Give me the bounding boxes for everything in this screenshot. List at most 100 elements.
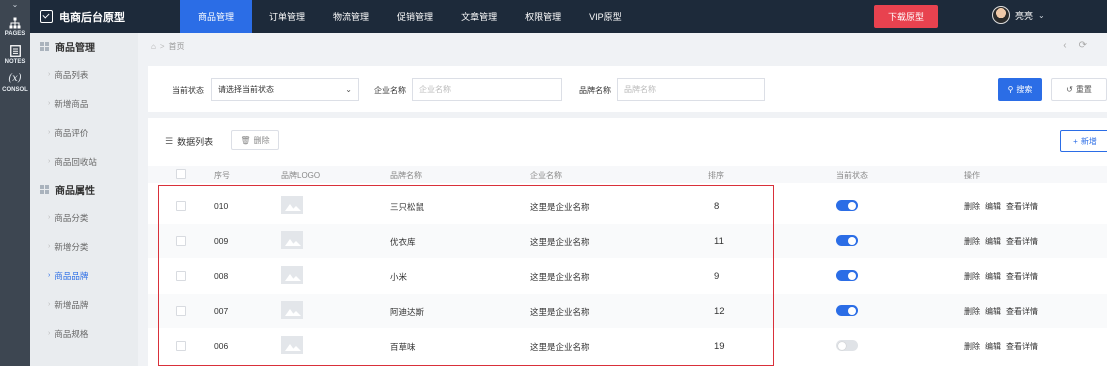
row-actions: 删除 编辑 查看详情: [964, 341, 1043, 352]
notes-icon: [8, 44, 22, 58]
nav-vip-prototype[interactable]: VIP原型: [575, 0, 636, 33]
row-delete-link[interactable]: 删除: [964, 237, 980, 246]
row-edit-link[interactable]: 编辑: [985, 272, 1001, 281]
table-title: ☰ 数据列表: [165, 136, 214, 147]
status-toggle[interactable]: [836, 235, 858, 246]
nav-product-management[interactable]: 商品管理: [180, 0, 253, 33]
row-sort: 9: [714, 271, 720, 282]
status-toggle[interactable]: [836, 305, 858, 316]
row-company-name: 这里是企业名称: [530, 272, 590, 282]
sidebar: 商品管理 › 商品列表 › 新增商品 › 商品评价 › 商品回收站 商品属性 › 商品分类…: [30, 33, 138, 366]
reset-icon: ↺: [1066, 85, 1073, 94]
sidebar-item-product-brand[interactable]: › 商品品牌: [30, 261, 138, 290]
sidebar-item-product-list[interactable]: › 商品列表: [30, 60, 138, 89]
sidebar-item-add-category[interactable]: › 新增分类: [30, 232, 138, 261]
axure-side-rail: ⌄ PAGES NOTES (x) CONSOL: [0, 0, 30, 366]
console-tab[interactable]: (x) CONSOL: [0, 72, 30, 93]
status-toggle[interactable]: [836, 270, 858, 281]
sidebar-item-product-recycle-bin[interactable]: › 商品回收站: [30, 147, 138, 176]
row-sort: 19: [714, 341, 725, 352]
variable-icon: (x): [8, 73, 22, 84]
row-checkbox[interactable]: [176, 236, 186, 246]
company-input[interactable]: 企业名称: [412, 78, 562, 101]
collapse-chevron-icon[interactable]: ⌄: [0, 0, 30, 9]
chevron-left-icon[interactable]: ‹: [1063, 40, 1078, 51]
notes-tab[interactable]: NOTES: [0, 44, 30, 65]
add-button[interactable]: + 新增: [1060, 130, 1107, 152]
download-prototype-button[interactable]: 下载原型: [874, 5, 938, 28]
brand-logo-image-icon: [281, 301, 303, 319]
row-view-details-link[interactable]: 查看详情: [1006, 307, 1038, 316]
bulk-delete-button[interactable]: 🗑 删除: [231, 130, 279, 150]
search-icon: ⚲: [1007, 85, 1014, 94]
row-checkbox[interactable]: [176, 271, 186, 281]
top-navbar: 电商后台原型 商品管理 订单管理 物流管理 促销管理 文章管理 权限管理 VIP…: [30, 0, 1107, 33]
sidebar-item-add-product[interactable]: › 新增商品: [30, 89, 138, 118]
row-view-details-link[interactable]: 查看详情: [1006, 237, 1038, 246]
refresh-icon[interactable]: ⟳: [1079, 40, 1099, 51]
app-brand[interactable]: 电商后台原型: [30, 9, 168, 25]
col-header-sort: 排序: [708, 171, 724, 180]
chevron-down-icon: ⌄: [1038, 10, 1045, 20]
row-id: 009: [214, 236, 229, 246]
breadcrumb: ⌂ > 首页 ‹⟳: [138, 33, 1107, 60]
sidebar-group-product-attributes[interactable]: 商品属性: [30, 176, 138, 203]
username: 亮亮: [1015, 10, 1034, 21]
grid-icon: [40, 185, 49, 194]
nav-permission-management[interactable]: 权限管理: [511, 0, 575, 33]
status-toggle[interactable]: [836, 340, 858, 351]
table-row: 008 小米 这里是企业名称 9 删除 编辑 查看详情: [148, 259, 1107, 293]
main-nav: 商品管理 订单管理 物流管理 促销管理 文章管理 权限管理 VIP原型: [168, 0, 636, 33]
breadcrumb-home[interactable]: 首页: [169, 41, 185, 52]
data-table-card: ☰ 数据列表 🗑 删除 + 新增 序号 品牌LOGO 品牌名称 企业名称 排序 当前…: [148, 118, 1107, 366]
nav-promotion-management[interactable]: 促销管理: [383, 0, 447, 33]
pages-tab[interactable]: PAGES: [0, 16, 30, 37]
app-title: 电商后台原型: [59, 11, 125, 24]
row-view-details-link[interactable]: 查看详情: [1006, 202, 1038, 211]
row-checkbox[interactable]: [176, 341, 186, 351]
select-all-checkbox[interactable]: [176, 169, 186, 179]
row-delete-link[interactable]: 删除: [964, 202, 980, 211]
sidebar-item-product-reviews[interactable]: › 商品评价: [30, 118, 138, 147]
row-company-name: 这里是企业名称: [530, 237, 590, 247]
reset-button[interactable]: ↺ 重置: [1051, 78, 1107, 101]
brand-input[interactable]: 品牌名称: [617, 78, 765, 101]
search-button[interactable]: ⚲ 搜索: [998, 78, 1042, 101]
row-sort: 12: [714, 306, 725, 317]
row-edit-link[interactable]: 编辑: [985, 307, 1001, 316]
row-checkbox[interactable]: [176, 306, 186, 316]
row-checkbox[interactable]: [176, 201, 186, 211]
row-view-details-link[interactable]: 查看详情: [1006, 342, 1038, 351]
brand-logo-image-icon: [281, 336, 303, 354]
nav-article-management[interactable]: 文章管理: [447, 0, 511, 33]
nav-logistics-management[interactable]: 物流管理: [319, 0, 383, 33]
status-toggle[interactable]: [836, 200, 858, 211]
row-delete-link[interactable]: 删除: [964, 342, 980, 351]
table-header: 序号 品牌LOGO 品牌名称 企业名称 排序 当前状态 操作: [148, 166, 1107, 183]
col-header-brand: 品牌名称: [390, 171, 422, 180]
sidebar-group-product-management[interactable]: 商品管理: [30, 33, 138, 60]
row-view-details-link[interactable]: 查看详情: [1006, 272, 1038, 281]
row-delete-link[interactable]: 删除: [964, 272, 980, 281]
row-id: 010: [214, 201, 229, 211]
row-edit-link[interactable]: 编辑: [985, 342, 1001, 351]
row-actions: 删除 编辑 查看详情: [964, 236, 1043, 247]
sidebar-item-product-spec[interactable]: › 商品规格: [30, 319, 138, 348]
sidebar-item-add-brand[interactable]: › 新增品牌: [30, 290, 138, 319]
status-select[interactable]: 请选择当前状态 ⌄: [211, 78, 359, 101]
row-actions: 删除 编辑 查看详情: [964, 306, 1043, 317]
nav-order-management[interactable]: 订单管理: [255, 0, 319, 33]
col-header-logo: 品牌LOGO: [281, 171, 321, 180]
row-company-name: 这里是企业名称: [530, 307, 590, 317]
row-edit-link[interactable]: 编辑: [985, 237, 1001, 246]
row-delete-link[interactable]: 删除: [964, 307, 980, 316]
status-label: 当前状态: [172, 86, 204, 95]
home-icon[interactable]: ⌂: [151, 42, 156, 51]
row-brand-name: 优衣库: [390, 237, 416, 247]
row-brand-name: 阿迪达斯: [390, 307, 425, 317]
sidebar-item-product-category[interactable]: › 商品分类: [30, 203, 138, 232]
row-edit-link[interactable]: 编辑: [985, 202, 1001, 211]
user-menu[interactable]: 亮亮 ⌄: [992, 6, 1045, 24]
table-row: 007 阿迪达斯 这里是企业名称 12 删除 编辑 查看详情: [148, 294, 1107, 328]
row-company-name: 这里是企业名称: [530, 342, 590, 352]
